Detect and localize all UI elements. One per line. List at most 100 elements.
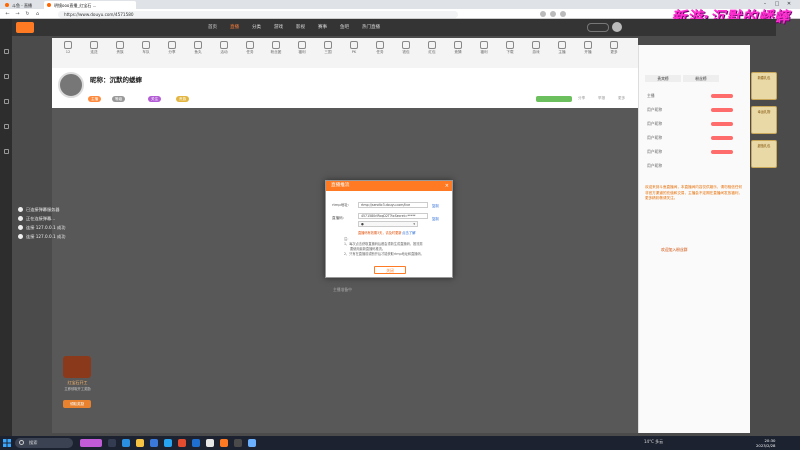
follow-button[interactable] [536, 96, 572, 102]
profile-icon[interactable] [560, 11, 566, 17]
toolbar-item[interactable]: 红包 [418, 40, 446, 55]
search-icon[interactable] [587, 23, 609, 32]
list-item[interactable]: 主播 [647, 93, 655, 99]
toolbar-item[interactable]: 福利 [470, 40, 498, 55]
search-icon [19, 440, 24, 445]
toolbar-item[interactable]: 钱包 [392, 40, 420, 55]
app-icon[interactable] [192, 439, 200, 447]
nav-link[interactable]: 赛事 [318, 24, 327, 30]
douyu-icon[interactable] [220, 439, 228, 447]
toolbar-item[interactable]: 12 [54, 40, 82, 54]
list-item[interactable]: 用户昵称 [647, 149, 662, 155]
toolbar-item[interactable]: 贵族 [106, 40, 134, 55]
toolbar-item[interactable]: 主播 [548, 40, 576, 55]
toolbar-item[interactable]: 活动 [210, 40, 238, 55]
list-item[interactable]: 用户昵称 [647, 163, 662, 169]
report-link[interactable]: 举报 [598, 96, 605, 101]
toolbar-item[interactable]: 粉丝团 [262, 40, 290, 55]
tab-label: 明镜ooo直播_红宝石 ... [54, 3, 97, 8]
toolbar-item[interactable]: 车队 [132, 40, 160, 55]
weather-widget[interactable]: 14°C 多云 [644, 439, 663, 445]
close-icon[interactable]: × [445, 181, 449, 191]
promo-button[interactable]: 领取奖励 [63, 400, 91, 408]
toolbar-item[interactable]: 福利 [288, 40, 316, 55]
nav-link[interactable]: 游戏 [274, 24, 283, 30]
toolbar-item[interactable]: 开播 [574, 40, 602, 55]
copy-key-button[interactable]: 复制 [432, 216, 439, 221]
sidebar-item[interactable] [2, 149, 10, 154]
store-icon[interactable] [150, 439, 158, 447]
nav-link[interactable]: 热门直播 [362, 24, 380, 30]
sidebar-item[interactable] [2, 49, 10, 54]
toolbar-item[interactable]: 竞猜 [444, 40, 472, 55]
fishball-icon [194, 41, 202, 49]
extension-icon[interactable] [540, 11, 546, 17]
nav-link[interactable]: 直播 [230, 24, 239, 30]
room-tag[interactable]: 等级 [112, 96, 126, 102]
gift-card[interactable]: 幸运礼物 [751, 106, 777, 134]
browser-tab-active[interactable]: 明镜ooo直播_红宝石 ... [44, 1, 136, 9]
app-icon[interactable] [178, 439, 186, 447]
toolbar-item[interactable]: 任务 [236, 40, 264, 55]
dialog-title: 直播推流 [331, 183, 350, 188]
nav-link[interactable]: 影视 [296, 24, 305, 30]
back-icon[interactable]: ← [4, 11, 11, 17]
learn-more-link[interactable]: 点击了解 [402, 230, 416, 235]
toolbar-item[interactable]: 连送 [80, 40, 108, 55]
gift-card[interactable]: 超值礼包 [751, 140, 777, 168]
stream-key-field[interactable]: 4571580rIRcqD2T?txSecret=***** [358, 213, 428, 219]
avatar[interactable] [58, 72, 84, 98]
list-item[interactable]: 用户昵称 [647, 135, 662, 141]
douyu-logo-icon[interactable] [16, 22, 34, 33]
toolbar-item[interactable]: 游戏 [522, 40, 550, 55]
toolbar-item[interactable]: PK [340, 40, 368, 54]
mail-icon[interactable] [164, 439, 172, 447]
nav-link[interactable]: 分类 [252, 24, 261, 30]
toolbar-item[interactable]: 更多 [600, 40, 628, 55]
app-icon[interactable] [248, 439, 256, 447]
avatar[interactable] [612, 22, 622, 32]
sidebar-item[interactable] [2, 74, 10, 79]
event-icon [220, 41, 228, 49]
room-tag[interactable]: 贵族 [176, 96, 190, 102]
stream-key-select[interactable]: ● ▾ [358, 221, 418, 227]
reload-icon[interactable]: ↻ [24, 11, 31, 17]
toolbar-item[interactable]: 分享 [158, 40, 186, 55]
fans-group-link[interactable]: 欢迎加入粉丝群 [661, 247, 688, 253]
toolbar-item[interactable]: 三国 [314, 40, 342, 55]
windows-start-icon[interactable] [3, 439, 11, 447]
toolbar-item[interactable]: 下载 [496, 40, 524, 55]
sidebar-item[interactable] [2, 99, 10, 104]
room-tag[interactable]: 关注 [148, 96, 162, 102]
more-link[interactable]: 更多 [618, 96, 625, 101]
gift-card[interactable]: 新春礼包 [751, 72, 777, 100]
list-item[interactable]: 用户昵称 [647, 107, 662, 113]
copy-rtmp-button[interactable]: 复制 [432, 203, 439, 208]
room-tag[interactable]: 主播 [88, 96, 102, 102]
close-dialog-button[interactable]: 关闭 [374, 266, 406, 274]
chrome-icon[interactable] [206, 439, 214, 447]
edge-icon[interactable] [122, 439, 130, 447]
toolbar-item[interactable]: 任务 [366, 40, 394, 55]
taskview-icon[interactable] [108, 439, 116, 447]
sidebar-item[interactable] [2, 124, 10, 129]
tab-fans[interactable]: 粉丝榜 [683, 75, 719, 82]
obs-icon[interactable] [234, 439, 242, 447]
share-link[interactable]: 分享 [578, 96, 585, 101]
browser-tab[interactable]: 斗鱼 - 直播 [2, 1, 42, 9]
promo-card[interactable]: 红宝石开工 立即领取开工奖励 领取奖励 [55, 356, 100, 413]
list-item[interactable]: 用户昵称 [647, 121, 662, 127]
tab-rank[interactable]: 贵宾榜 [645, 75, 681, 82]
url-input[interactable]: https://www.douyu.com/4571580 [58, 10, 458, 18]
explorer-icon[interactable] [136, 439, 144, 447]
nav-link[interactable]: 鱼吧 [340, 24, 349, 30]
extension-icon[interactable] [550, 11, 556, 17]
home-icon[interactable]: ⌂ [34, 11, 41, 17]
gamepad-icon [532, 41, 540, 49]
rtmp-address-field[interactable]: rtmp://sendtc3.douyu.com/live [358, 202, 428, 208]
forward-icon[interactable]: → [14, 11, 21, 17]
toolbar-item[interactable]: 鱼丸 [184, 40, 212, 55]
widget-icon[interactable] [80, 439, 102, 447]
nav-link[interactable]: 首页 [208, 24, 217, 30]
system-clock[interactable]: 20:30 2023/2/28 [756, 438, 775, 448]
